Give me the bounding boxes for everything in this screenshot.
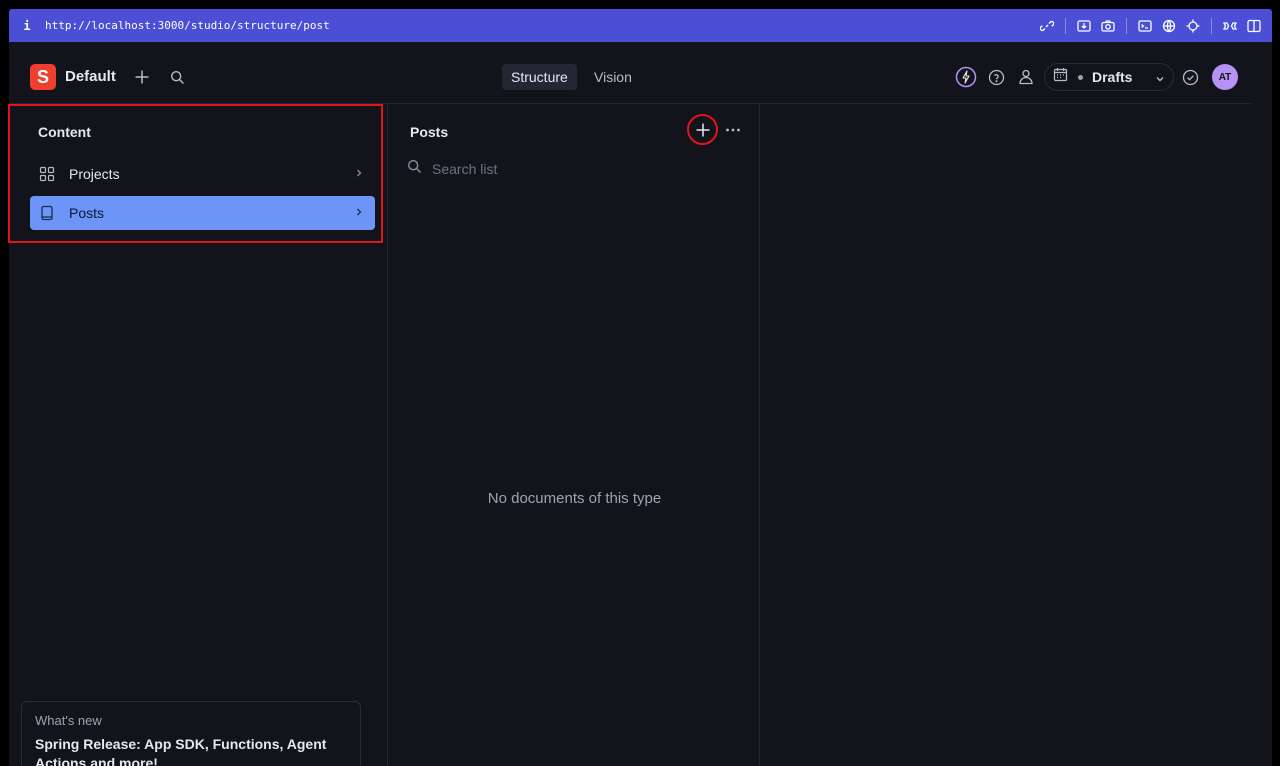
user-avatar[interactable]: AT	[1212, 64, 1238, 90]
tasks-check-icon[interactable]	[1177, 64, 1203, 90]
grid-icon	[30, 166, 64, 182]
browser-toolbar	[1035, 14, 1272, 38]
site-info-icon[interactable]: i	[9, 19, 45, 33]
list-item-posts[interactable]: Posts	[30, 196, 375, 230]
chevron-right-icon	[355, 206, 375, 220]
studio-logo[interactable]: S	[30, 64, 56, 90]
annotation-highlight-circle	[687, 114, 718, 145]
content-pane: Content Projects Posts What's new Spring…	[8, 104, 388, 766]
lightning-icon[interactable]	[953, 64, 979, 90]
posts-pane: Posts Search list No documents of this t…	[389, 104, 760, 766]
globe-icon[interactable]	[1157, 14, 1181, 38]
browser-address-bar: i http://localhost:3000/studio/structure…	[9, 9, 1272, 42]
empty-state-message: No documents of this type	[487, 490, 662, 507]
camera-icon[interactable]	[1096, 14, 1120, 38]
posts-pane-title: Posts	[410, 124, 449, 140]
presence-icon[interactable]	[1013, 64, 1039, 90]
chevron-right-icon	[355, 167, 375, 181]
create-new-icon[interactable]	[129, 64, 155, 90]
search-list-placeholder: Search list	[432, 161, 498, 177]
help-icon[interactable]	[983, 64, 1009, 90]
chevron-down-icon	[1155, 71, 1165, 89]
extensions-icon[interactable]	[1218, 14, 1242, 38]
toolbar-divider	[1211, 17, 1212, 34]
list-item-label: Projects	[69, 166, 120, 182]
perspective-label: Drafts	[1092, 69, 1133, 85]
whats-new-title: Spring Release: App SDK, Functions, Agen…	[35, 736, 327, 766]
sidebar-toggle-icon[interactable]	[1242, 14, 1266, 38]
more-options-icon[interactable]	[720, 117, 746, 143]
list-item-label: Posts	[69, 205, 105, 221]
document-icon	[30, 205, 64, 221]
document-pane	[761, 104, 1252, 766]
perspective-selector[interactable]: Drafts	[1044, 63, 1174, 91]
search-list-field[interactable]: Search list	[407, 159, 497, 179]
status-dot	[1078, 74, 1083, 80]
workspace-name[interactable]: Default	[65, 68, 116, 85]
link-icon[interactable]	[1035, 14, 1059, 38]
toolbar-divider	[1126, 17, 1127, 34]
search-icon[interactable]	[164, 64, 190, 90]
list-item-projects[interactable]: Projects	[30, 157, 375, 191]
content-pane-title: Content	[38, 124, 91, 140]
crosshair-icon[interactable]	[1181, 14, 1205, 38]
toolbar-divider	[1065, 17, 1066, 34]
tab-vision[interactable]: Vision	[585, 64, 641, 90]
studio-app: S Default Structure Vision Drafts AT Con…	[8, 42, 1272, 766]
calendar-icon	[1053, 67, 1068, 87]
whats-new-kicker: What's new	[35, 713, 102, 728]
terminal-icon[interactable]	[1133, 14, 1157, 38]
whats-new-card[interactable]: What's new Spring Release: App SDK, Func…	[21, 701, 361, 766]
tab-structure[interactable]: Structure	[502, 64, 577, 90]
address-url[interactable]: http://localhost:3000/studio/structure/p…	[45, 19, 1035, 32]
search-icon	[407, 159, 422, 179]
download-icon[interactable]	[1072, 14, 1096, 38]
studio-navbar: S Default Structure Vision Drafts AT	[9, 42, 1252, 104]
